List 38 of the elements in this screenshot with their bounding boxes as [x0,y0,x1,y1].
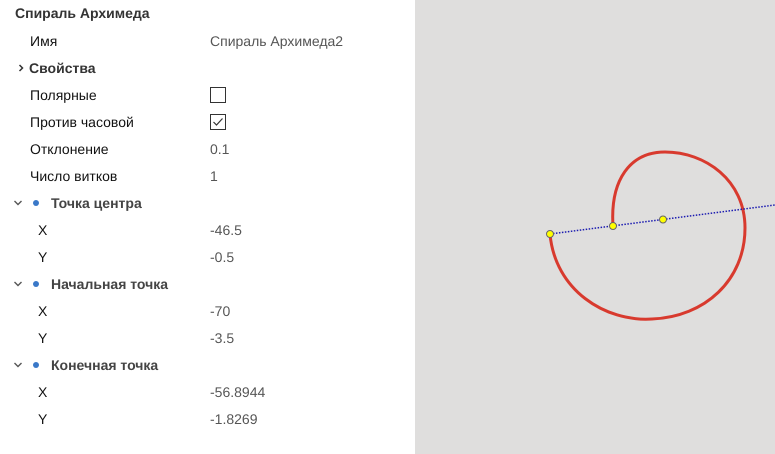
point-icon [33,280,39,286]
chevron-down-icon[interactable] [13,360,23,368]
property-value[interactable]: -0.5 [210,248,234,264]
property-label: Y [37,330,48,346]
property-value[interactable]: 0.1 [210,140,230,156]
point-marker[interactable] [546,230,554,238]
property-label: Имя [29,32,58,48]
point-icon [33,200,39,206]
property-label: Y [37,248,48,264]
property-label: Против часовой [29,114,135,130]
group-heading: Точка центра [51,194,142,210]
property-label: X [37,384,48,400]
property-label: Y [37,410,48,426]
spiral-drawing[interactable] [548,150,746,321]
point-icon [33,362,39,368]
checkbox[interactable] [210,114,226,130]
property-value[interactable]: -1.8269 [210,410,258,426]
property-value[interactable]: -56.8944 [210,384,266,400]
property-value[interactable]: 1 [210,168,218,184]
property-value[interactable]: Спираль Архимеда2 [210,32,344,48]
section-heading: Свойства [29,60,96,76]
point-marker[interactable] [659,216,667,224]
property-label: X [37,222,48,238]
group-heading: Конечная точка [51,356,158,372]
property-label: Полярные [29,86,98,102]
property-label: Число витков [29,168,118,184]
checkbox[interactable] [210,86,226,102]
property-label: Отклонение [29,140,110,156]
property-value[interactable]: -46.5 [210,222,242,238]
property-value[interactable]: -70 [210,302,230,318]
group-heading: Начальная точка [51,276,168,292]
chevron-down-icon[interactable] [13,198,23,206]
chevron-down-icon[interactable] [13,280,23,288]
property-label: X [37,302,48,318]
property-value[interactable]: -3.5 [210,330,234,346]
chevron-right-icon[interactable] [17,64,25,72]
panel-title: Спираль Архимеда [14,4,151,23]
point-marker[interactable] [609,222,617,230]
